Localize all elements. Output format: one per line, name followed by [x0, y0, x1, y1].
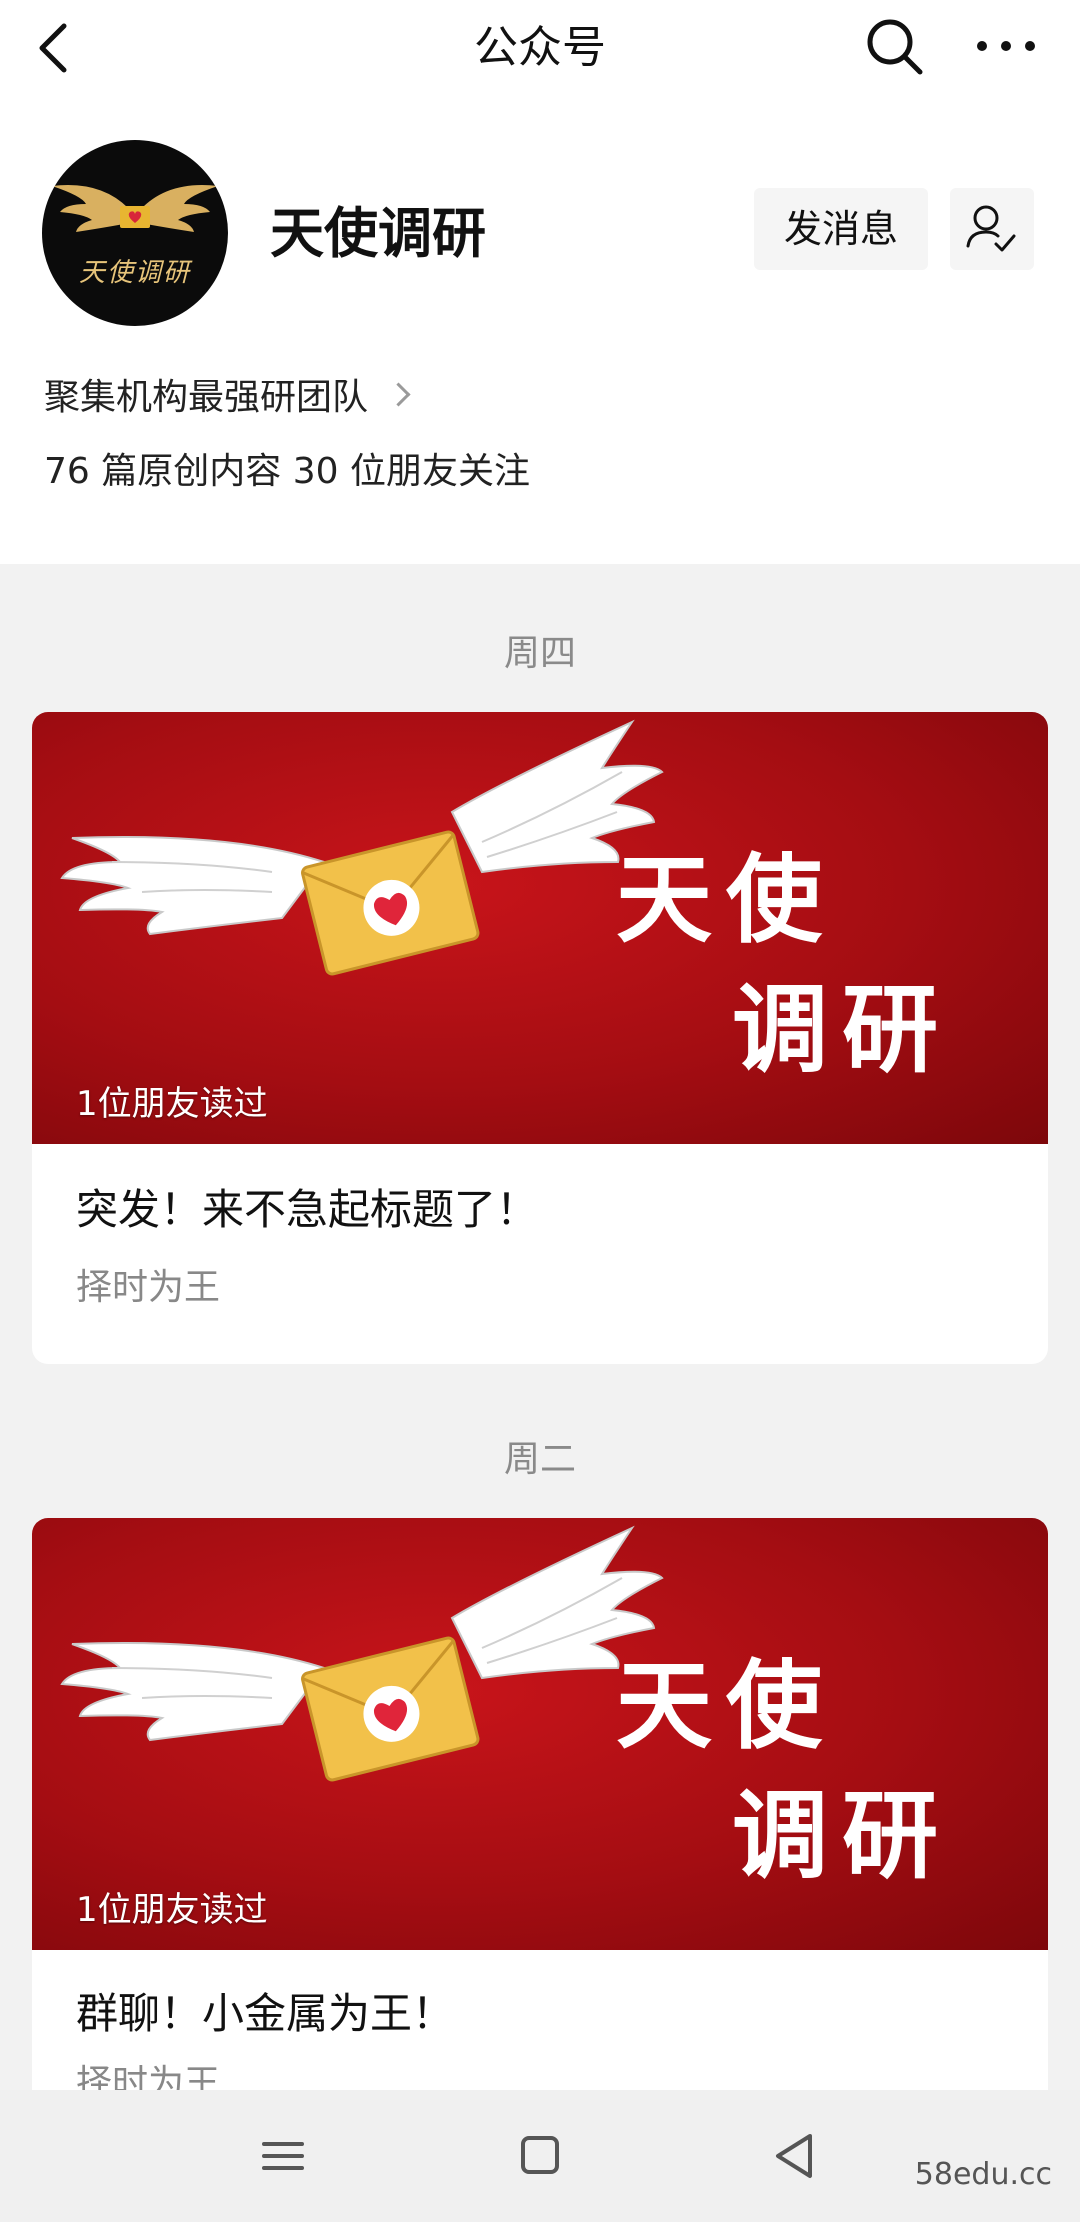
top-bar: 公众号 — [0, 0, 1080, 96]
watermark: 58edu.cc — [914, 2157, 1052, 2192]
date-label: 周二 — [503, 1439, 576, 1480]
cover-title-line-2: 调研 — [732, 973, 952, 1086]
avatar-text: 天使调研 — [78, 258, 191, 288]
menu-icon[interactable] — [248, 2124, 318, 2188]
article-title: 突发！来不急起标题了！ — [76, 1185, 539, 1234]
avatar-logo-icon — [52, 185, 218, 232]
cover-title-line-1: 天使 — [616, 843, 836, 956]
back-triangle-icon[interactable] — [760, 2124, 830, 2188]
account-intro-text: 聚集机构最强研团队 — [44, 377, 369, 418]
article-subtitle: 择时为王 — [76, 1267, 221, 1308]
more-options-icon[interactable] — [966, 14, 1046, 78]
search-icon[interactable] — [862, 14, 926, 78]
article-subtitle: 择时为王 — [76, 2063, 221, 2090]
friends-read-badge: 1位朋友读过 — [76, 1890, 268, 1930]
account-stats: 76 篇原创内容 30 位朋友关注 — [44, 451, 530, 492]
date-label: 周四 — [503, 633, 576, 674]
friends-read-badge: 1位朋友读过 — [76, 1084, 268, 1124]
avatar[interactable]: 天使调研 — [42, 140, 228, 326]
chevron-right-icon — [386, 382, 411, 407]
cover-title-line-1: 天使 — [616, 1649, 836, 1762]
article-title: 群聊！小金属为王！ — [76, 1989, 455, 2038]
following-button[interactable] — [950, 188, 1034, 270]
account-name: 天使调研 — [270, 202, 486, 265]
cover-title-line-2: 调研 — [732, 1779, 952, 1892]
article-cover: 天使 调研 1位朋友读过 — [32, 712, 1048, 1144]
article-card[interactable]: 天使 调研 1位朋友读过 群聊！小金属为王！ 择时为王 — [32, 1518, 1048, 2090]
article-card[interactable]: 天使 调研 1位朋友读过 突发！来不急起标题了！ 择时为王 — [32, 712, 1048, 1364]
user-check-icon — [966, 205, 1016, 252]
system-navigation-bar: 58edu.cc — [0, 2090, 1080, 2222]
account-intro[interactable]: 聚集机构最强研团队 — [44, 374, 411, 422]
send-message-button[interactable]: 发消息 — [754, 188, 928, 270]
article-cover: 天使 调研 1位朋友读过 — [32, 1518, 1048, 1950]
home-icon[interactable] — [505, 2124, 575, 2188]
account-profile: 天使调研 天使调研 发消息 聚集机构最强研团队 76 篇原创内容 30 位朋友关… — [0, 96, 1080, 564]
